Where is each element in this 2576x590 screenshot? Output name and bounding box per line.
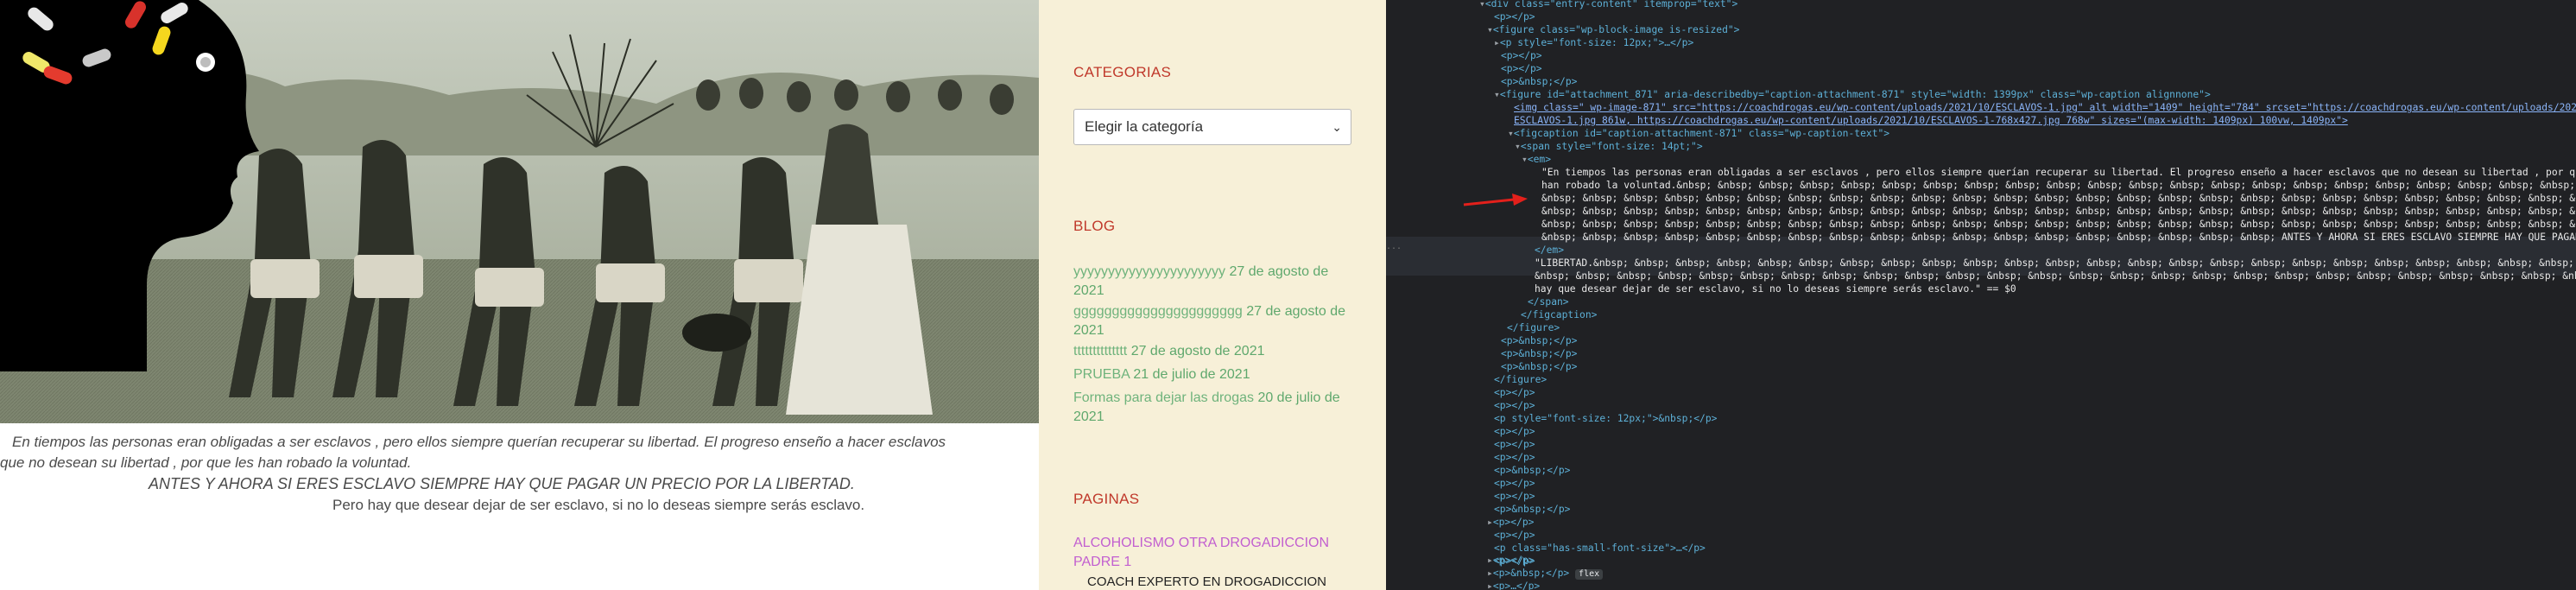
text-node-continued: han robado la voluntad.&nbsp; &nbsp; &nb… (1541, 180, 2576, 191)
dom-node[interactable]: <p>&nbsp;</p> (1501, 75, 1577, 88)
expand-triangle-icon: ▾ (1494, 89, 1500, 100)
collapse-triangle-icon: ▸ (1487, 555, 1493, 566)
dom-node[interactable]: ▸<p></p> (1487, 516, 1534, 529)
collapse-triangle-icon: ▸ (1494, 37, 1500, 48)
pages-title: PAGINAS (1073, 491, 1140, 507)
caption-line-2: que no desean su libertad , por que les … (0, 454, 412, 471)
blog-post-link[interactable]: tttttttttttttt 27 de agosto de 2021 (1073, 342, 1358, 361)
dom-node-continued: ESCLAVOS-1.jpg 861w, https://coachdrogas… (1514, 115, 2348, 126)
dom-node[interactable]: <p></p> (1494, 425, 1535, 438)
dom-node[interactable]: <p></p> (1494, 10, 1535, 23)
text-node-continued: &nbsp; &nbsp; &nbsp; &nbsp; &nbsp; &nbsp… (1541, 232, 2576, 243)
caption-line-1: En tiempos las personas eran obligadas a… (12, 434, 946, 450)
expand-triangle-icon: ▾ (1522, 154, 1528, 165)
collapse-triangle-icon: ▸ (1487, 580, 1493, 590)
dom-node[interactable]: ▾<div class="entry-content" itemprop="te… (1479, 0, 1737, 10)
dom-node[interactable]: <p>&nbsp;</p> (1501, 347, 1577, 360)
dom-node[interactable]: <p></p> (1494, 451, 1535, 464)
caption-line-3: ANTES Y AHORA SI ERES ESCLAVO SIEMPRE HA… (149, 475, 855, 492)
dom-node[interactable]: <p></p> (1494, 438, 1535, 451)
post-title[interactable]: PRUEBA (1073, 367, 1130, 382)
dom-node[interactable]: ▾<figure class="wp-block-image is-resize… (1487, 23, 1739, 36)
text-node[interactable]: "En tiempos las personas eran obligadas … (1541, 166, 2576, 179)
category-select-value: Elegir la categoría (1085, 118, 1204, 135)
dom-node[interactable]: <img class=" wp-image-871" src="https://… (1514, 101, 2576, 114)
dom-node[interactable]: </figcaption> (1521, 308, 1597, 321)
dom-node[interactable]: ▾<figure id="attachment_871" aria-descri… (1494, 88, 2211, 101)
post-date: 21 de julio de 2021 (1133, 367, 1250, 382)
post-title[interactable]: Formas para dejar las drogas (1073, 390, 1254, 405)
page-link-coach[interactable]: COACH EXPERTO EN DROGADICCION (1087, 574, 1326, 589)
expand-triangle-icon: ▾ (1515, 141, 1521, 152)
expand-triangle-icon: ▾ (1508, 128, 1514, 139)
dom-node[interactable]: ▾<figcaption id="caption-attachment-871"… (1508, 127, 1889, 140)
text-node-continued: &nbsp; &nbsp; &nbsp; &nbsp; &nbsp; &nbsp… (1535, 270, 2576, 282)
dom-node[interactable]: <p></p> (1494, 477, 1535, 490)
post-title[interactable]: tttttttttttttt (1073, 344, 1127, 358)
expand-triangle-icon: ▾ (1487, 24, 1493, 35)
blog-title: BLOG (1073, 218, 1116, 234)
collapse-triangle-icon: ▸ (1487, 568, 1493, 579)
dom-node[interactable]: ▾<em> (1522, 153, 1551, 166)
text-node-continued: &nbsp; &nbsp; &nbsp; &nbsp; &nbsp; &nbsp… (1541, 193, 2576, 204)
dom-node[interactable]: </span> (1528, 295, 1569, 308)
chevron-down-icon: ⌄ (1332, 120, 1342, 134)
dom-node[interactable]: <p>&nbsp;</p> (1501, 334, 1577, 347)
sidebar: CATEGORIAS Elegir la categoría ⌄ BLOG yy… (1039, 0, 1386, 590)
devtools-elements-panel: ... ▾<div class="entry-content" itemprop… (1386, 0, 2576, 590)
dom-node[interactable]: <p></p> (1494, 386, 1535, 399)
dom-node[interactable]: <p style="font-size: 12px;">&nbsp;</p> (1494, 412, 1717, 425)
dom-node[interactable]: <p class="has-small-font-size">…</p> (1494, 542, 1706, 555)
dom-node[interactable]: <p></p> (1501, 62, 1542, 75)
selected-node-gutter-marker: ... (1386, 242, 1402, 251)
categories-title: CATEGORIAS (1073, 64, 1172, 80)
dom-node[interactable]: </figure> (1507, 321, 1560, 334)
dom-node[interactable]: </em> (1535, 244, 1564, 257)
flex-badge[interactable]: flex (1575, 569, 1604, 580)
dom-node[interactable]: <p></p> (1494, 529, 1535, 542)
dom-node[interactable]: ▸<p>&nbsp;</p> flex (1487, 567, 1604, 580)
post-title[interactable]: yyyyyyyyyyyyyyyyyyyyyy (1073, 264, 1225, 279)
dom-node[interactable]: <p>&nbsp;</p> (1501, 360, 1577, 373)
blog-post-link[interactable]: yyyyyyyyyyyyyyyyyyyyyy 27 de agosto de 2… (1073, 263, 1358, 301)
dom-node[interactable]: ▾<span style="font-size: 14pt;"> (1515, 140, 1703, 153)
expand-triangle-icon: ▾ (1479, 0, 1485, 10)
post-title[interactable]: gggggggggggggggggggggg (1073, 304, 1243, 319)
text-node-continued: hay que desear dejar de ser esclavo, si … (1535, 283, 2016, 295)
text-node-continued: &nbsp; &nbsp; &nbsp; &nbsp; &nbsp; &nbsp… (1541, 206, 2576, 217)
dom-node[interactable]: ▸<p style="font-size: 12px;">…</p> (1494, 36, 1693, 49)
text-node-continued: &nbsp; &nbsp; &nbsp; &nbsp; &nbsp; &nbsp… (1541, 219, 2576, 230)
page-link-alcoholismo[interactable]: ALCOHOLISMO OTRA DROGADICCION PADRE 1 (1073, 534, 1358, 572)
dom-node[interactable]: <p></p> (1494, 399, 1535, 412)
dom-node[interactable]: ▸<p></p> (1487, 554, 1534, 567)
caption-line-4: Pero hay que desear dejar de ser esclavo… (332, 497, 865, 513)
dom-node[interactable]: <p></p> (1494, 490, 1535, 503)
collapse-triangle-icon: ▸ (1487, 517, 1493, 528)
selected-text-node[interactable]: "LIBERTAD.&nbsp; &nbsp; &nbsp; &nbsp; &n… (1535, 257, 2576, 270)
blog-post-link[interactable]: PRUEBA 21 de julio de 2021 (1073, 365, 1358, 384)
dom-node[interactable]: ▸<p>…</p> (1487, 580, 1540, 590)
dom-node[interactable]: </figure> (1494, 373, 1547, 386)
dom-node[interactable]: <p>&nbsp;</p> (1494, 464, 1570, 477)
slaves-engraving-image (0, 0, 1039, 423)
category-select[interactable]: Elegir la categoría ⌄ (1073, 109, 1351, 145)
post-date: 27 de agosto de 2021 (1130, 344, 1265, 358)
dom-node[interactable]: <p>&nbsp;</p> (1494, 503, 1570, 516)
blog-post-link[interactable]: Formas para dejar las drogas 20 de julio… (1073, 389, 1358, 427)
dom-node[interactable]: <p></p> (1501, 49, 1542, 62)
red-arrow-icon (1463, 193, 1528, 206)
blog-post-link[interactable]: gggggggggggggggggggggg 27 de agosto de 2… (1073, 302, 1358, 340)
article-content: En tiempos las personas eran obligadas a… (0, 0, 1039, 590)
